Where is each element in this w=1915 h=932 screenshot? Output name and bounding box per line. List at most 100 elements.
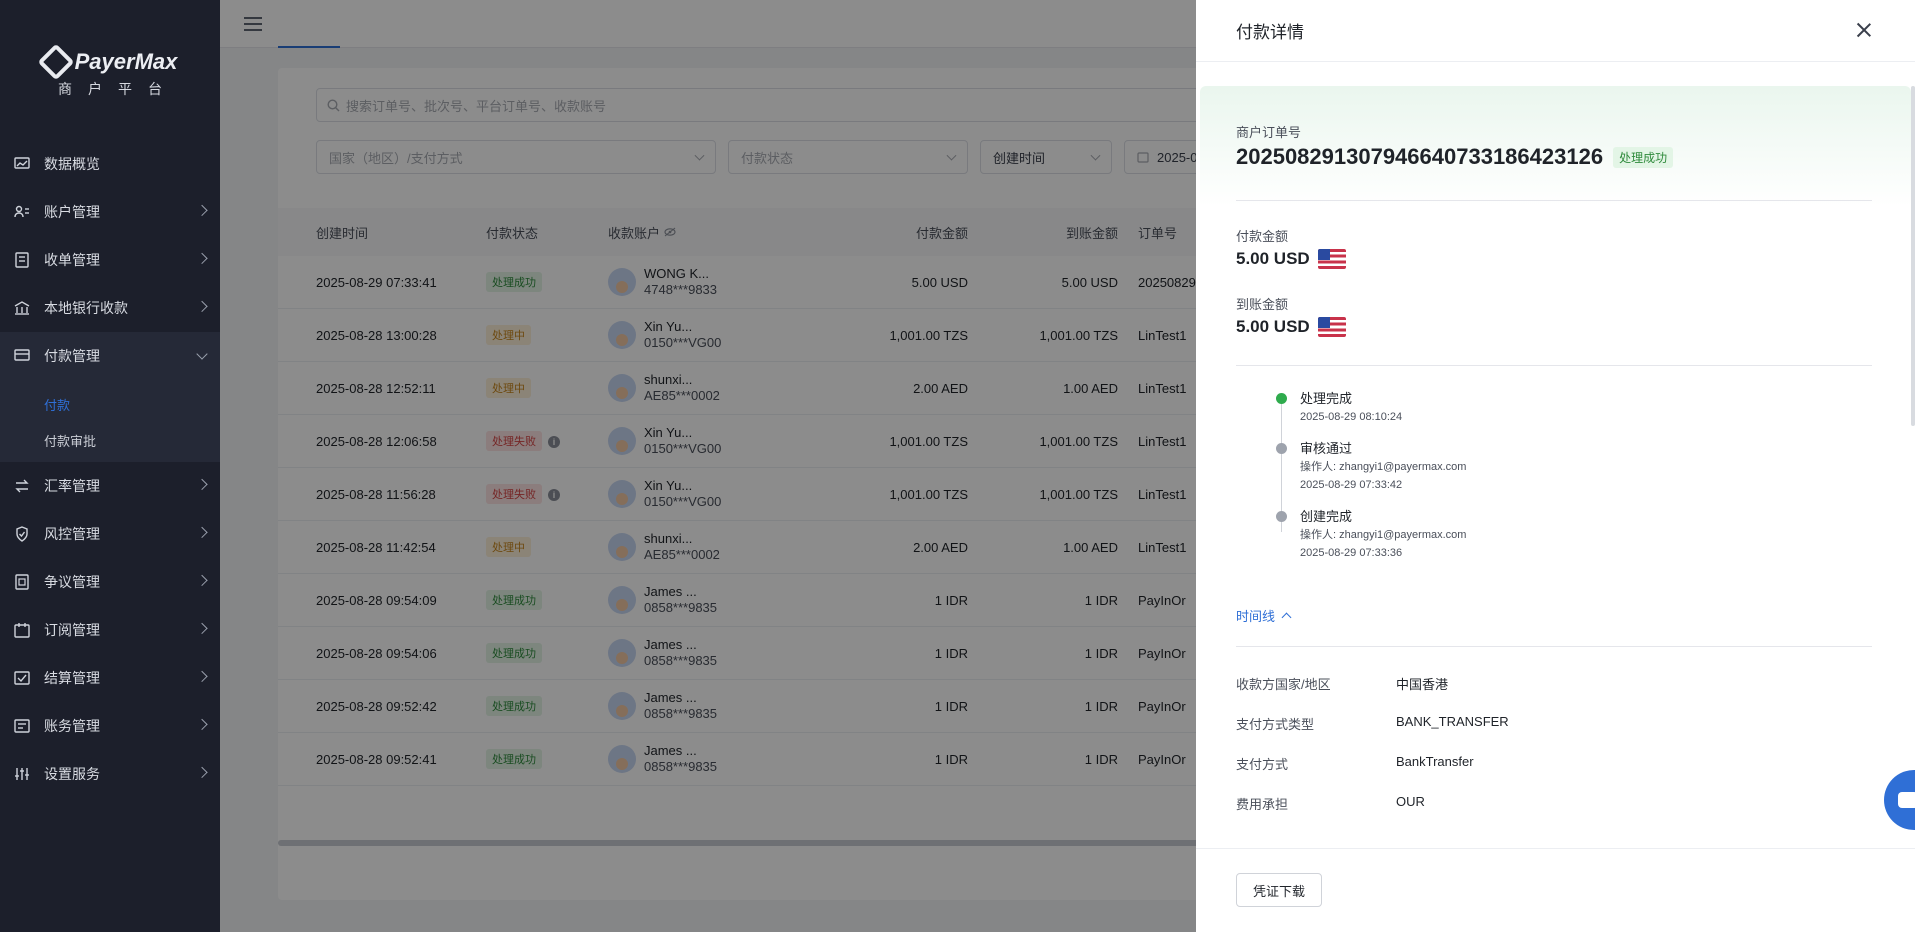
arrival-amount-block: 到账金额 5.00 USD xyxy=(1236,294,1346,337)
pay-amount-label: 付款金额 xyxy=(1236,229,1289,244)
chevron-right-icon xyxy=(196,526,208,539)
dispute-icon xyxy=(12,572,32,592)
sidebar-item-acquiring[interactable]: 收单管理 xyxy=(0,236,220,284)
detail-value: BANK_TRANSFER xyxy=(1396,714,1509,729)
sidebar-item-overview[interactable]: 数据概览 xyxy=(0,140,220,188)
sliders-icon xyxy=(12,764,32,784)
detail-row: 支付方式 BankTransfer xyxy=(1236,754,1474,773)
chevron-right-icon xyxy=(196,300,208,313)
us-flag-icon xyxy=(1317,249,1346,269)
user-list-icon xyxy=(12,202,32,222)
timeline-operator: 操作人: zhangyi1@payermax.com xyxy=(1300,529,1467,541)
us-flag-icon xyxy=(1317,317,1346,337)
sidebar-item-label: 争议管理 xyxy=(44,574,100,590)
sidebar-item-local-bank[interactable]: 本地银行收款 xyxy=(0,284,220,332)
close-icon[interactable] xyxy=(1853,19,1875,41)
sidebar-item-label: 订阅管理 xyxy=(44,622,100,638)
sidebar-item-label: 账务管理 xyxy=(44,718,100,734)
chevron-right-icon xyxy=(196,574,208,587)
payout-detail-drawer: 付款详情 商户订单号 20250829130794664073318642312… xyxy=(1196,0,1915,932)
arrival-amount-value: 5.00 USD xyxy=(1236,317,1310,336)
sidebar-item-settings[interactable]: 设置服务 xyxy=(0,750,220,798)
timeline-time: 2025-08-29 08:10:24 xyxy=(1300,411,1403,423)
detail-key: 收款方国家/地区 xyxy=(1236,677,1331,692)
calendar-icon xyxy=(12,620,32,640)
chevron-down-icon xyxy=(196,348,208,360)
detail-key: 费用承担 xyxy=(1236,797,1289,812)
sidebar-subitem-payout-approval[interactable]: 付款审批 xyxy=(0,422,220,458)
payment-icon xyxy=(12,346,32,366)
sidebar-item-payout[interactable]: 付款管理 xyxy=(0,332,220,380)
sidebar-menu: 数据概览 账户管理 收单管理 本地银行收款 付款管理 付款 付款审批 汇率管理 … xyxy=(0,140,220,798)
arrival-amount-label: 到账金额 xyxy=(1236,297,1289,312)
drawer-header: 付款详情 xyxy=(1196,0,1915,62)
detail-value: OUR xyxy=(1396,794,1425,809)
sidebar-item-risk[interactable]: 风控管理 xyxy=(0,510,220,558)
timeline-title: 创建完成 xyxy=(1300,509,1353,524)
sidebar-item-subscription[interactable]: 订阅管理 xyxy=(0,606,220,654)
sidebar-item-label: 本地银行收款 xyxy=(44,300,128,316)
detail-row: 费用承担 OUR xyxy=(1236,794,1425,813)
divider xyxy=(1236,646,1872,647)
divider xyxy=(1236,200,1872,201)
chevron-right-icon xyxy=(196,670,208,683)
timeline-toggle-label: 时间线 xyxy=(1236,609,1276,624)
detail-row: 支付方式类型 BANK_TRANSFER xyxy=(1236,714,1509,733)
chart-icon xyxy=(12,154,32,174)
sidebar-item-dispute[interactable]: 争议管理 xyxy=(0,558,220,606)
timeline-item: 处理完成 2025-08-29 08:10:24 xyxy=(1276,390,1466,426)
download-voucher-button[interactable]: 凭证下载 xyxy=(1236,873,1323,907)
settlement-icon xyxy=(12,668,32,688)
chevron-right-icon xyxy=(196,478,208,491)
divider xyxy=(1236,365,1872,366)
receipt-icon xyxy=(12,250,32,270)
detail-key: 支付方式类型 xyxy=(1236,717,1315,732)
brand-name: PayerMax xyxy=(74,49,178,74)
sidebar-item-exchange[interactable]: 汇率管理 xyxy=(0,462,220,510)
chevron-right-icon xyxy=(196,622,208,635)
payout-submenu: 付款 付款审批 xyxy=(0,380,220,462)
chevron-right-icon xyxy=(196,252,208,265)
timeline-operator: 操作人: zhangyi1@payermax.com xyxy=(1300,461,1467,473)
timeline-time: 2025-08-29 07:33:42 xyxy=(1300,479,1403,491)
pay-amount-value: 5.00 USD xyxy=(1236,249,1310,268)
sidebar-item-label: 数据概览 xyxy=(44,156,100,172)
timeline-time: 2025-08-29 07:33:36 xyxy=(1300,547,1403,559)
sidebar-item-label: 收单管理 xyxy=(44,252,100,268)
drawer-footer: 凭证下载 xyxy=(1196,848,1915,932)
exchange-icon xyxy=(12,476,32,496)
chevron-right-icon xyxy=(196,204,208,217)
sidebar-item-label: 结算管理 xyxy=(44,670,100,686)
logo: PayerMax 商户平台 xyxy=(0,0,220,140)
timeline-dot-icon xyxy=(1276,511,1287,522)
timeline-item: 审核通过操作人: zhangyi1@payermax.com 2025-08-29… xyxy=(1276,440,1466,494)
sidebar-item-label: 风控管理 xyxy=(44,526,100,542)
merchant-order-label: 商户订单号 xyxy=(1236,125,1302,140)
sidebar-item-ledger[interactable]: 账务管理 xyxy=(0,702,220,750)
sidebar-item-settlement[interactable]: 结算管理 xyxy=(0,654,220,702)
sidebar-subitem-payout[interactable]: 付款 xyxy=(0,386,220,422)
sidebar-item-label: 汇率管理 xyxy=(44,478,100,494)
drawer-title: 付款详情 xyxy=(1236,23,1304,42)
timeline-toggle[interactable]: 时间线 xyxy=(1236,606,1292,625)
timeline-title: 审核通过 xyxy=(1300,441,1353,456)
sidebar-item-account[interactable]: 账户管理 xyxy=(0,188,220,236)
bank-icon xyxy=(12,298,32,318)
pay-amount-block: 付款金额 5.00 USD xyxy=(1236,226,1346,269)
status-badge: 处理成功 xyxy=(1613,146,1674,168)
merchant-order-no: 20250829130794664073318642312​6 处理成功 xyxy=(1236,144,1674,170)
timeline-title: 处理完成 xyxy=(1300,391,1353,406)
app: PayerMax 商户平台 数据概览 账户管理 收单管理 本地银行收款 付款管理… xyxy=(0,0,1915,932)
payermax-logo-icon xyxy=(37,43,75,81)
sidebar-item-label: 付款管理 xyxy=(44,348,100,364)
timeline-item: 创建完成操作人: zhangyi1@payermax.com 2025-08-29… xyxy=(1276,508,1466,562)
sidebar: PayerMax 商户平台 数据概览 账户管理 收单管理 本地银行收款 付款管理… xyxy=(0,0,220,932)
timeline-dot-icon xyxy=(1276,443,1287,454)
drawer-scrollbar[interactable] xyxy=(1911,86,1915,426)
merchant-order-value: 20250829130794664073318642312​6 xyxy=(1236,144,1604,169)
clock-check-icon xyxy=(1276,393,1287,404)
detail-value: 中国香港 xyxy=(1396,677,1449,692)
shield-icon xyxy=(12,524,32,544)
detail-key: 支付方式 xyxy=(1236,757,1289,772)
sidebar-item-label: 账户管理 xyxy=(44,204,100,220)
